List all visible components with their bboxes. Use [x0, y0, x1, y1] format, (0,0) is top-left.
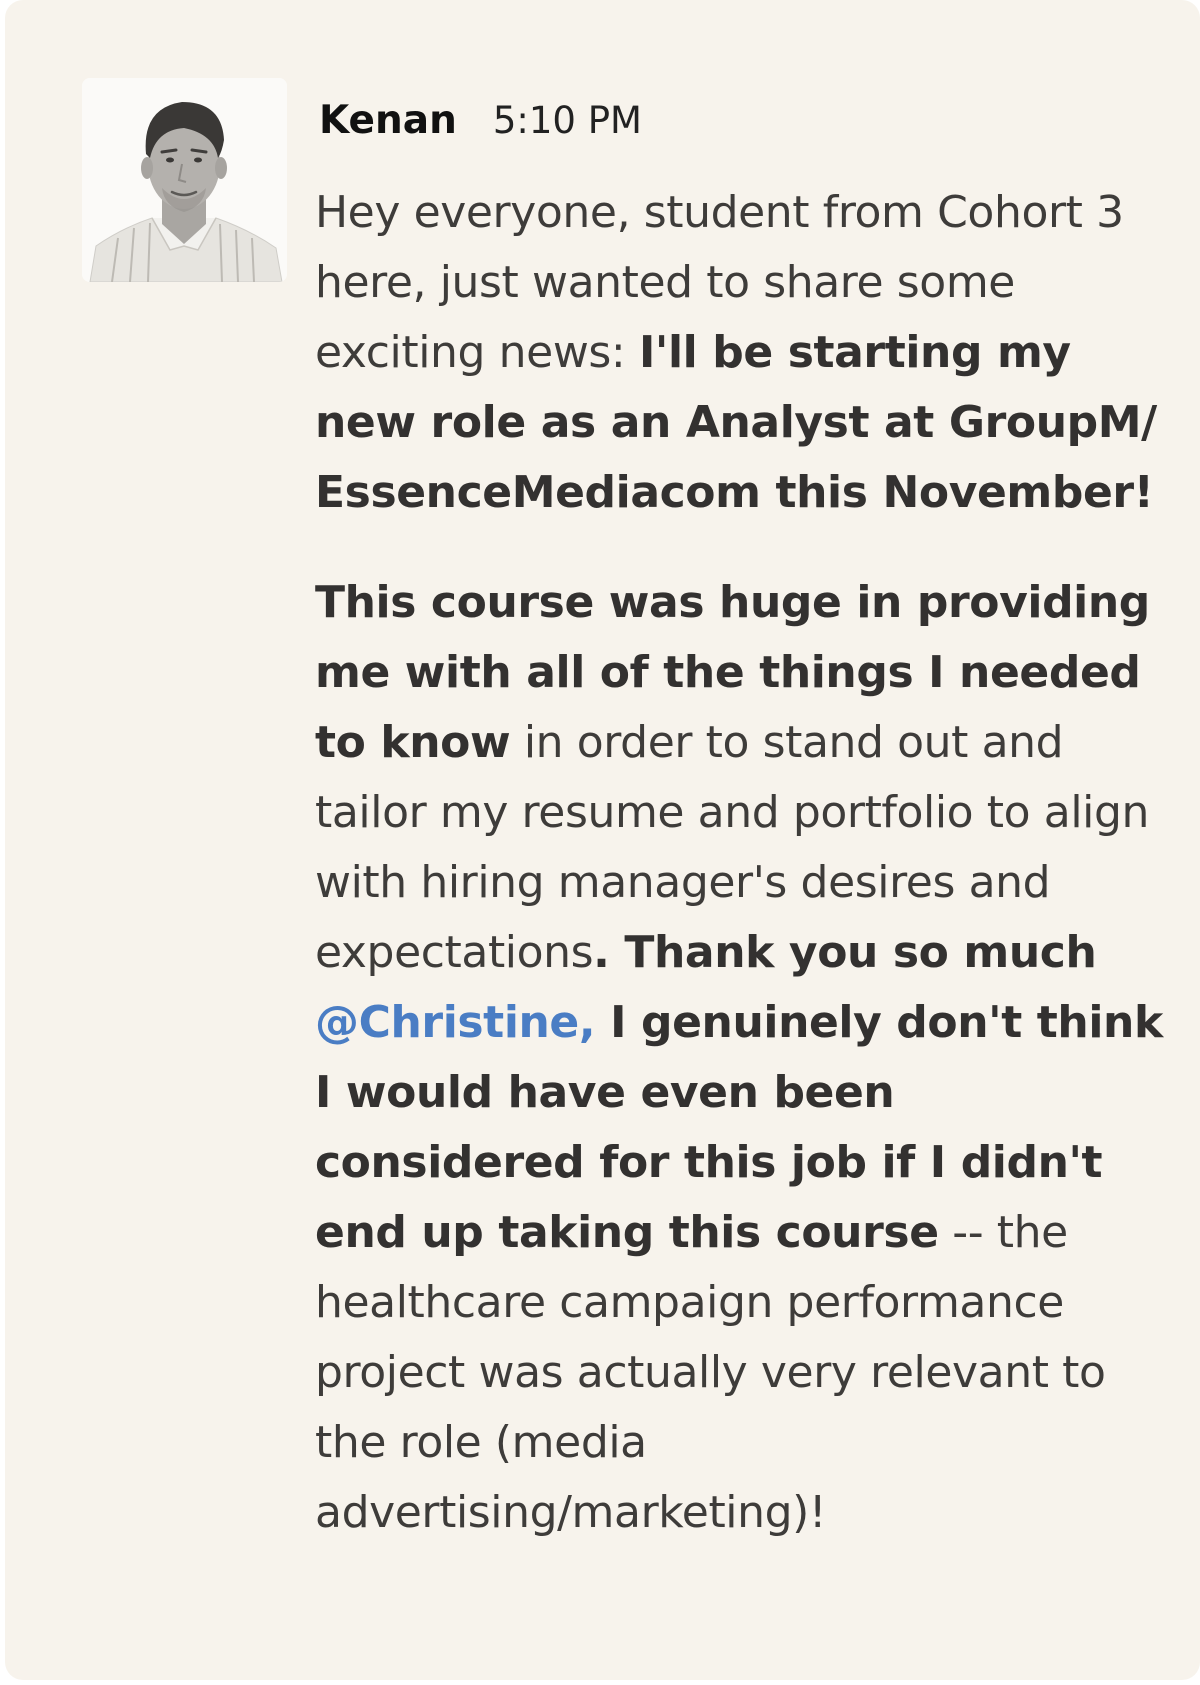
message-header: Kenan 5:10 PM [319, 98, 642, 152]
bold-text-2: . Thank you so much [593, 927, 1097, 978]
message-body: Hey everyone, student from Cohort 3 here… [315, 178, 1170, 1548]
author-name[interactable]: Kenan [319, 98, 457, 143]
avatar[interactable] [82, 78, 287, 282]
message-timestamp[interactable]: 5:10 PM [493, 99, 642, 142]
message-card: Kenan 5:10 PM Hey everyone, student from… [5, 0, 1200, 1680]
user-photo-icon [82, 78, 287, 282]
message-paragraph-1: Hey everyone, student from Cohort 3 here… [315, 178, 1170, 528]
message-paragraph-2: This course was huge in providing me wit… [315, 568, 1170, 1548]
user-mention[interactable]: @Christine, [315, 997, 596, 1048]
